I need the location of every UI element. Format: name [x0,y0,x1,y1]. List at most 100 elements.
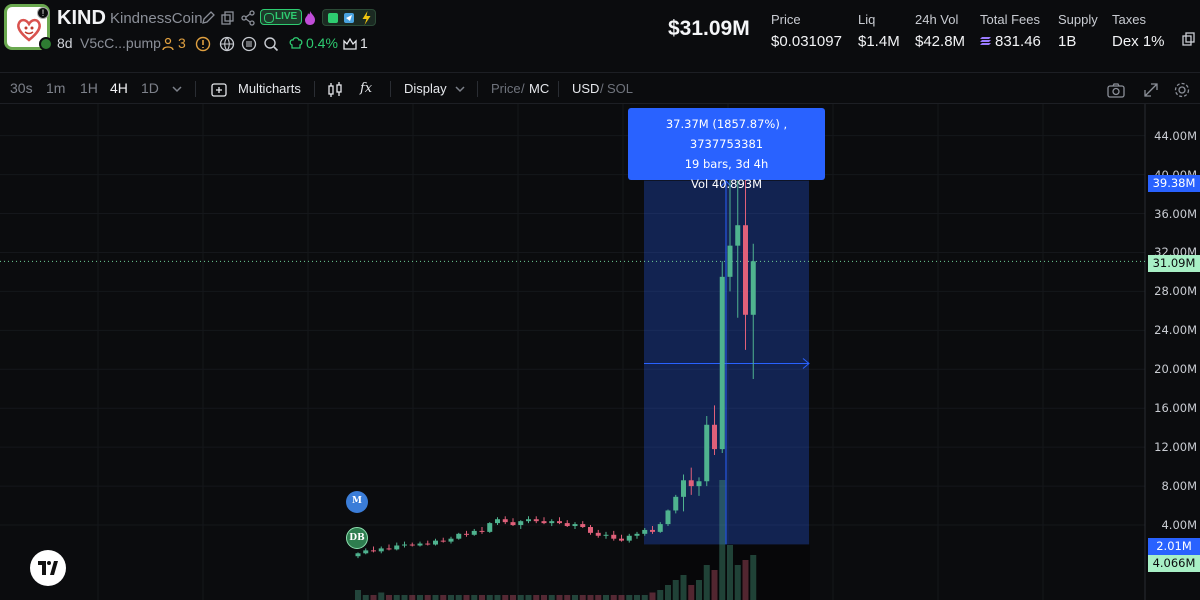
chevron-down-icon[interactable] [453,82,467,96]
candle-body [735,225,741,246]
mc-toggle[interactable]: MC [529,81,549,96]
volume-bar [688,585,695,600]
stat-fees-label: Total Fees [980,12,1040,27]
stat-taxes-value: Dex 1% [1112,33,1165,50]
sol-toggle[interactable]: SOL [607,81,633,96]
globe-icon[interactable] [219,36,235,52]
volume-bar [742,560,749,600]
token-address[interactable]: V5cC...pump [80,35,161,51]
stat-supply-value: 1B [1058,33,1077,50]
timeframe-1m[interactable]: 1m [46,80,65,96]
volume-bar [657,590,664,600]
y-tick-label: 20.00M [1154,362,1197,377]
candle-body [549,521,555,524]
holders-percent: 0.4% [306,35,338,51]
display-button[interactable]: Display [404,81,447,96]
candle-body [696,481,702,487]
volume-bar [409,595,416,600]
token-logo[interactable]: ! [4,4,53,51]
marker-m[interactable]: M [346,491,368,513]
volume-bar [703,565,710,600]
volume-bar [719,480,726,600]
candle-body [557,521,562,524]
edit-icon[interactable] [200,10,216,26]
candles-icon[interactable] [326,81,344,99]
stat-supply-label: Supply [1058,12,1098,27]
candle-body [433,540,438,545]
timeframe-30s[interactable]: 30s [10,80,33,96]
y-tick-label: 16.00M [1154,401,1197,416]
volume-bar [455,595,462,600]
candle-body [510,522,516,526]
volume-bar [494,595,501,600]
tradingview-logo[interactable] [30,550,66,586]
telegram-icon[interactable] [343,12,355,24]
chevron-down-icon[interactable] [170,82,184,96]
stat-liq-label: Liq [858,12,876,27]
candle-body [363,550,369,554]
range-low-tag: 2.01M [1148,538,1200,555]
timeframe-1d[interactable]: 1D [141,80,159,96]
timeframe-4h[interactable]: 4H [110,80,128,96]
list-icon[interactable] [241,36,257,52]
y-tick-label: 44.00M [1154,128,1197,143]
stat-liq-value: $1.4M [858,33,900,50]
holders-count: 3 [178,35,186,51]
volume-bar [734,565,741,600]
volume-bar [393,595,400,600]
stat-price-label: Price [771,12,801,27]
volume-bar [587,595,594,600]
candle-body [650,529,655,532]
y-tick-label: 8.00M [1161,479,1197,494]
indicators-button[interactable]: fx [360,81,372,96]
candle-body [688,480,694,487]
candle-body [425,543,431,545]
usd-toggle[interactable]: USD [572,81,599,96]
fire-icon [305,11,315,25]
volume-bar [711,570,718,600]
price-chart[interactable] [0,104,1200,600]
stat-price: Price $0.031097 [771,12,842,50]
add-chart-icon[interactable] [210,81,228,99]
token-age: 8d [57,35,73,51]
current-price-tag: 31.09M [1148,255,1200,272]
search-icon[interactable] [263,36,279,52]
stat-fees: Total Fees 831.46 [980,12,1041,50]
lightning-icon[interactable] [360,11,373,25]
toolbar-divider [314,81,315,97]
volume-bar [424,595,431,600]
volume-bar [370,595,377,600]
social-links [322,9,376,26]
candle-body [386,548,392,550]
copy-icon[interactable] [220,10,236,26]
candle-body [402,544,407,546]
price-toggle[interactable]: Price [491,81,521,96]
marker-db[interactable]: DB [346,527,368,549]
volume-bar [665,585,671,600]
volume-bar [417,595,423,600]
candle-body [588,527,593,533]
volume-bar [548,595,555,600]
candle-body [518,521,524,526]
website-icon[interactable] [327,12,339,24]
candle-body [533,519,539,522]
candle-body [719,276,725,450]
candle-body [448,538,454,542]
fullscreen-icon[interactable] [1142,81,1160,99]
share-icon[interactable] [240,10,256,26]
volume-bar [626,595,633,600]
stat-vol-label: 24h Vol [915,12,959,27]
copy-icon[interactable] [1181,31,1197,47]
timeframe-1h[interactable]: 1H [80,80,98,96]
gear-icon[interactable] [1173,81,1191,99]
volume-bar [572,595,578,600]
solana-icon [980,37,991,45]
multicharts-button[interactable]: Multicharts [238,81,301,96]
candle-body [657,524,663,532]
candle-body [487,523,493,532]
candle-body [479,530,485,532]
chart-canvas[interactable] [0,104,1200,600]
candle-body [541,521,547,524]
volume-bar [595,595,602,600]
camera-icon[interactable] [1106,81,1126,99]
